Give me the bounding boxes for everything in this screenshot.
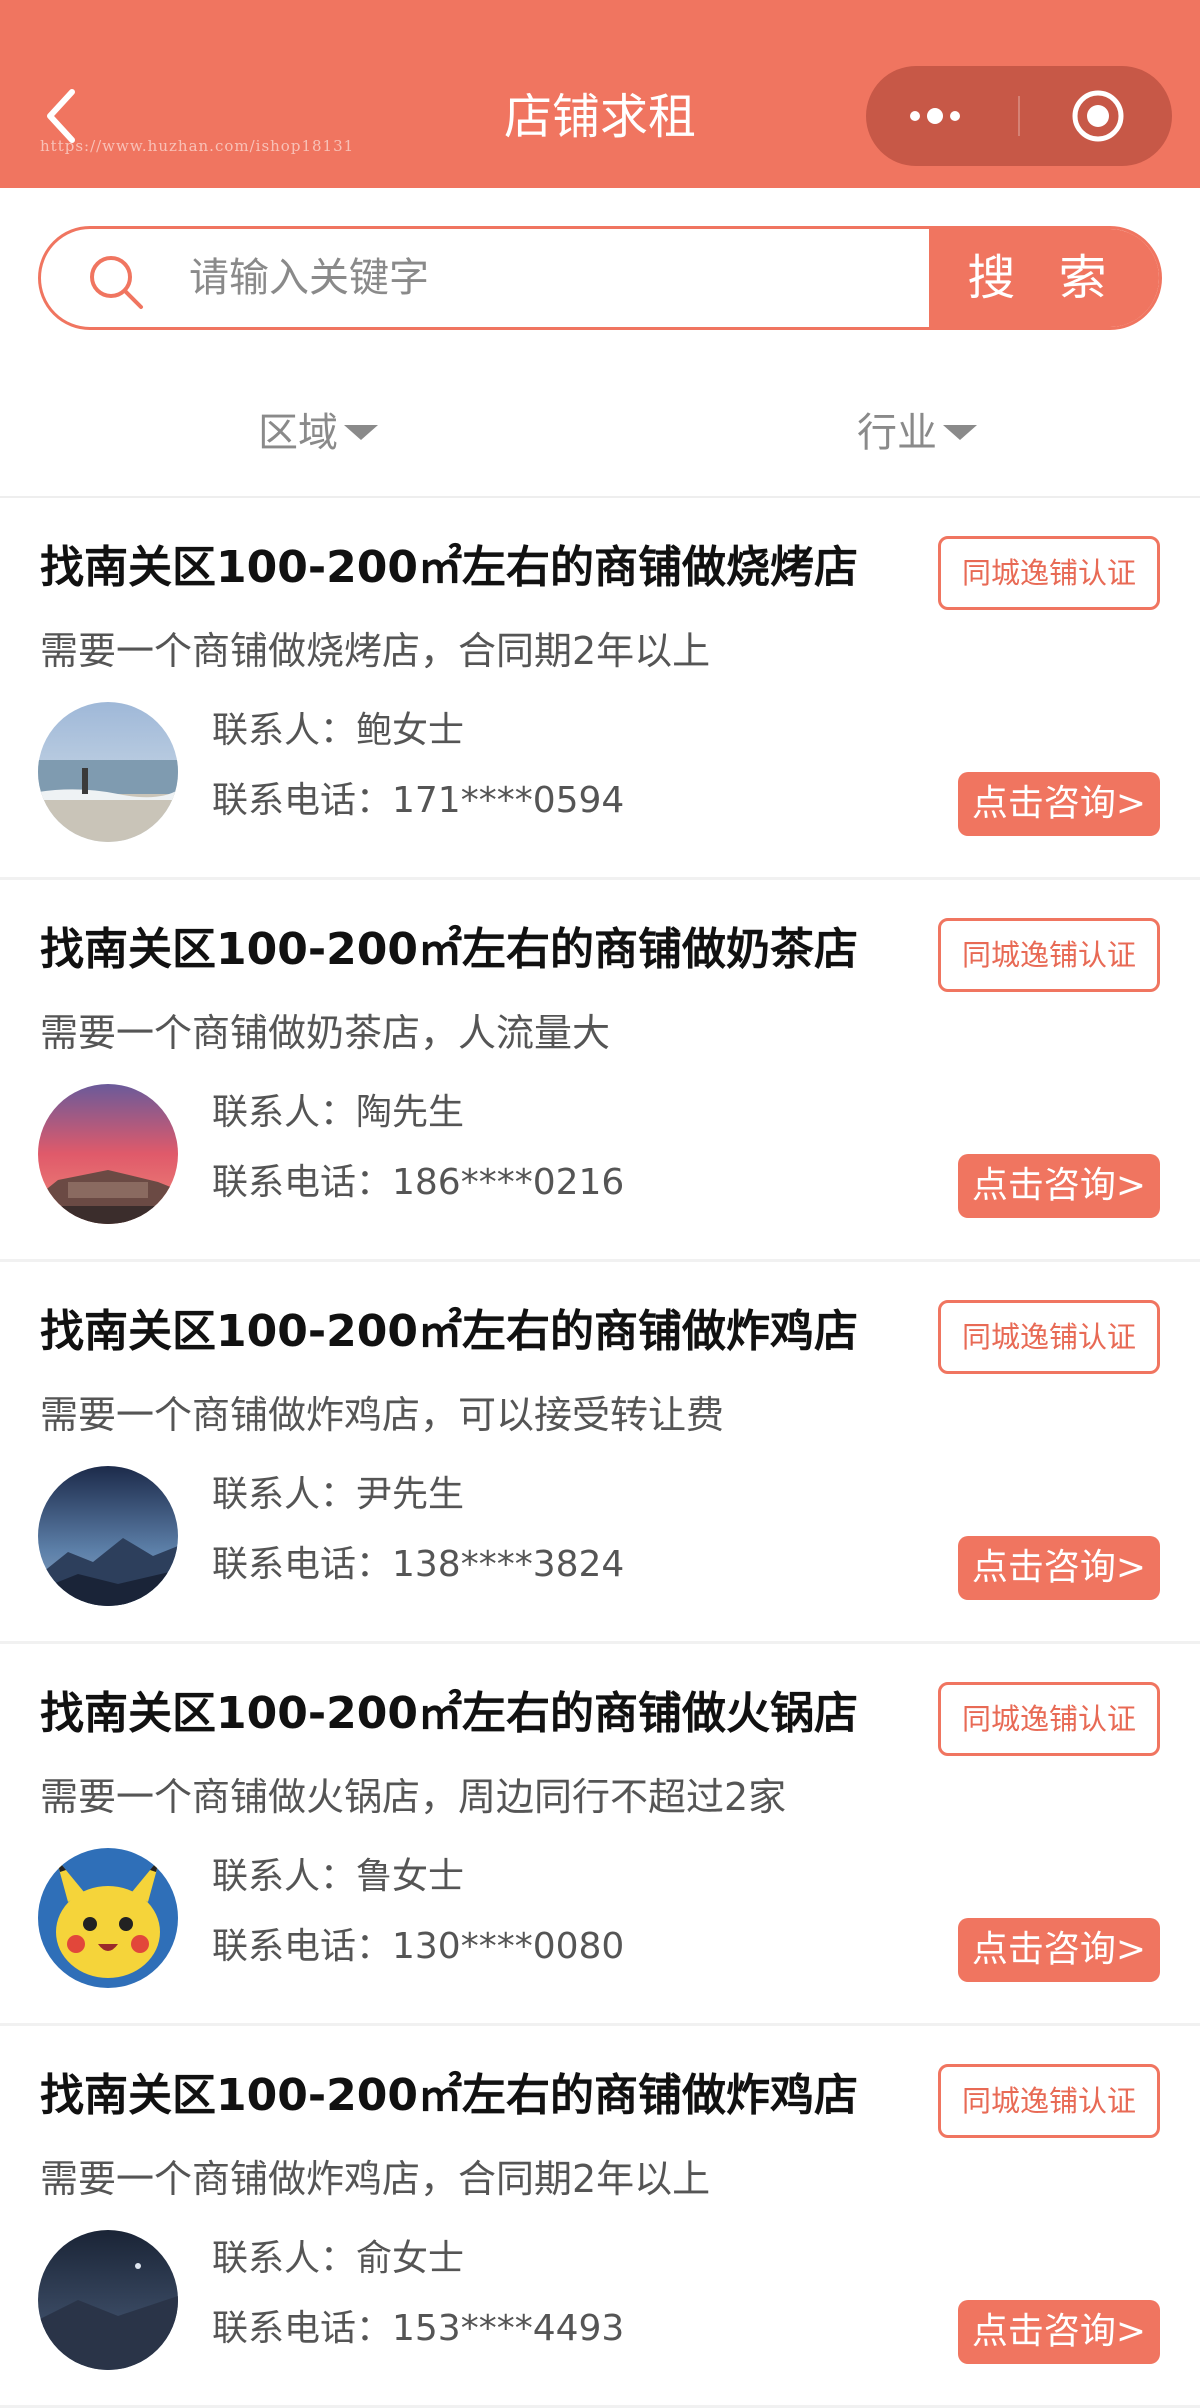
avatar bbox=[38, 1084, 178, 1224]
caret-down-icon bbox=[344, 424, 378, 440]
listing-description: 需要一个商铺做炸鸡店，合同期2年以上 bbox=[40, 2157, 711, 2201]
search-button[interactable]: 搜 索 bbox=[929, 229, 1159, 327]
filter-bar: 区域 行业 bbox=[0, 370, 1200, 498]
contact-phone: 联系电话：153****4493 bbox=[212, 2308, 625, 2349]
consult-button[interactable]: 点击咨询> bbox=[958, 2300, 1160, 2364]
contact-name: 联系人：俞女士 bbox=[212, 2238, 465, 2279]
contact-name: 联系人：鲍女士 bbox=[212, 710, 465, 751]
listing-title: 找南关区100-200㎡左右的商铺做炸鸡店 bbox=[40, 1306, 858, 1357]
listing-card[interactable]: 找南关区100-200㎡左右的商铺做奶茶店 同城逸铺认证 需要一个商铺做奶茶店，… bbox=[0, 880, 1200, 1262]
listing-card[interactable]: 找南关区100-200㎡左右的商铺做火锅店 同城逸铺认证 需要一个商铺做火锅店，… bbox=[0, 1644, 1200, 2026]
close-button[interactable] bbox=[1020, 66, 1172, 166]
consult-button[interactable]: 点击咨询> bbox=[958, 1918, 1160, 1982]
avatar bbox=[38, 702, 178, 842]
filter-industry-label: 行业 bbox=[857, 410, 937, 456]
contact-name: 联系人：尹先生 bbox=[212, 1474, 465, 1515]
search-icon bbox=[90, 256, 143, 309]
listing-title: 找南关区100-200㎡左右的商铺做烧烤店 bbox=[40, 542, 858, 593]
certification-badge: 同城逸铺认证 bbox=[938, 1682, 1160, 1756]
caret-down-icon bbox=[943, 424, 977, 440]
listing-description: 需要一个商铺做火锅店，周边同行不超过2家 bbox=[40, 1775, 787, 1819]
consult-button[interactable]: 点击咨询> bbox=[958, 1536, 1160, 1600]
search-bar: 搜 索 bbox=[38, 226, 1162, 330]
certification-badge: 同城逸铺认证 bbox=[938, 1300, 1160, 1374]
contact-phone: 联系电话：130****0080 bbox=[212, 1926, 625, 1967]
consult-button[interactable]: 点击咨询> bbox=[958, 1154, 1160, 1218]
certification-badge: 同城逸铺认证 bbox=[938, 918, 1160, 992]
nav-header: https://www.huzhan.com/ishop18131 店铺求租 bbox=[0, 0, 1200, 188]
certification-badge: 同城逸铺认证 bbox=[938, 536, 1160, 610]
avatar bbox=[38, 1848, 178, 1988]
listing-description: 需要一个商铺做炸鸡店，可以接受转让费 bbox=[40, 1393, 725, 1437]
filter-area-dropdown[interactable]: 区域 bbox=[258, 370, 378, 496]
contact-phone: 联系电话：171****0594 bbox=[212, 780, 625, 821]
more-button[interactable] bbox=[866, 66, 1016, 166]
target-circle-icon bbox=[1072, 90, 1124, 142]
listing-title: 找南关区100-200㎡左右的商铺做火锅店 bbox=[40, 1688, 858, 1739]
filter-area-label: 区域 bbox=[258, 410, 338, 456]
contact-name: 联系人：陶先生 bbox=[212, 1092, 465, 1133]
miniprogram-capsule bbox=[866, 66, 1172, 166]
listing-card[interactable]: 找南关区100-200㎡左右的商铺做烧烤店 同城逸铺认证 需要一个商铺做烧烤店，… bbox=[0, 498, 1200, 880]
contact-name: 联系人：鲁女士 bbox=[212, 1856, 465, 1897]
listing-title: 找南关区100-200㎡左右的商铺做炸鸡店 bbox=[40, 2070, 858, 2121]
avatar bbox=[38, 1466, 178, 1606]
listing-card[interactable]: 找南关区100-200㎡左右的商铺做炸鸡店 同城逸铺认证 需要一个商铺做炸鸡店，… bbox=[0, 1262, 1200, 1644]
contact-phone: 联系电话：186****0216 bbox=[212, 1162, 625, 1203]
certification-badge: 同城逸铺认证 bbox=[938, 2064, 1160, 2138]
listing-title: 找南关区100-200㎡左右的商铺做奶茶店 bbox=[40, 924, 858, 975]
listing-description: 需要一个商铺做奶茶店，人流量大 bbox=[40, 1011, 611, 1055]
search-input[interactable] bbox=[189, 229, 949, 327]
contact-phone: 联系电话：138****3824 bbox=[212, 1544, 625, 1585]
consult-button[interactable]: 点击咨询> bbox=[958, 772, 1160, 836]
filter-industry-dropdown[interactable]: 行业 bbox=[857, 370, 977, 496]
listing-card[interactable]: 找南关区100-200㎡左右的商铺做炸鸡店 同城逸铺认证 需要一个商铺做炸鸡店，… bbox=[0, 2026, 1200, 2408]
listing-description: 需要一个商铺做烧烤店，合同期2年以上 bbox=[40, 629, 711, 673]
avatar bbox=[38, 2230, 178, 2370]
